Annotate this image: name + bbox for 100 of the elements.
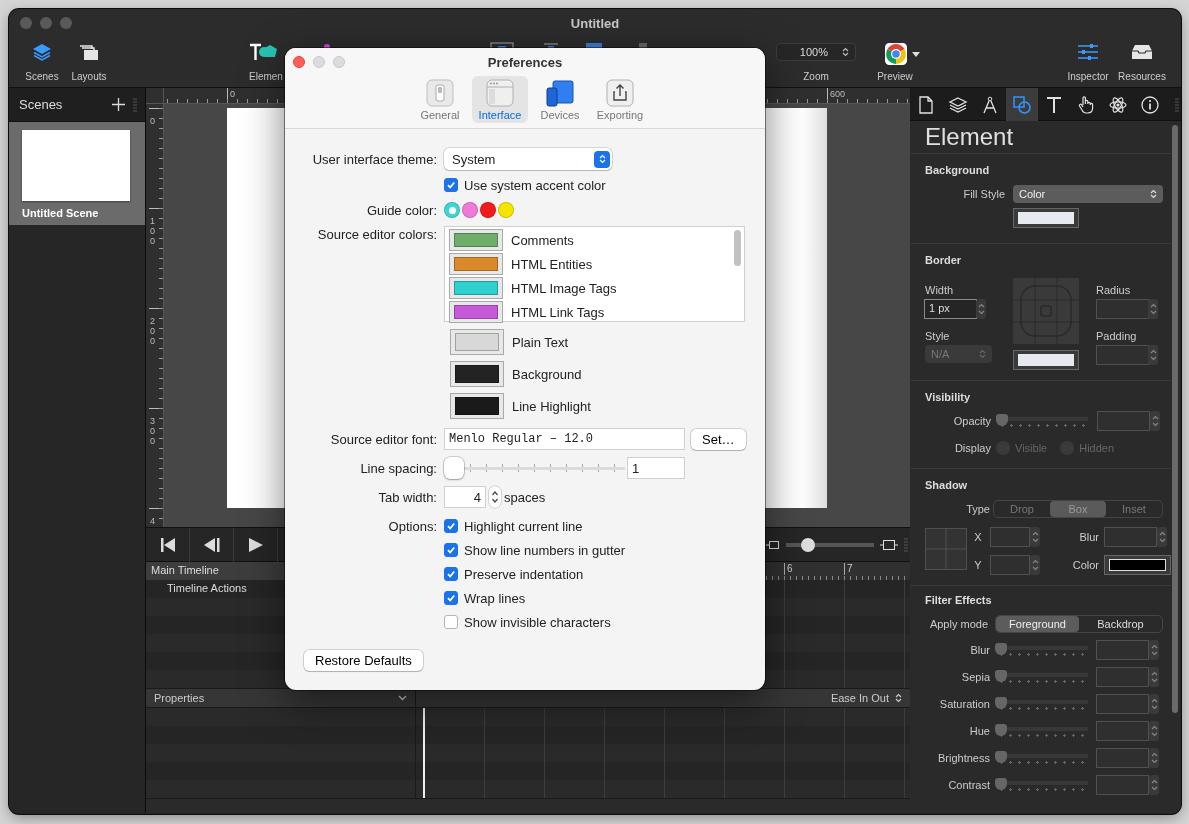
color-well[interactable]	[1013, 350, 1079, 370]
color-swatch[interactable]	[450, 393, 504, 419]
shadow-y-field[interactable]	[990, 555, 1030, 575]
slider-thumb[interactable]	[444, 457, 464, 479]
color-option[interactable]	[480, 202, 496, 218]
easing-dropdown[interactable]: Ease In Out	[416, 689, 910, 707]
field-label: Blur	[1078, 531, 1099, 543]
fill-style-select[interactable]: Color	[1013, 185, 1163, 203]
slider-thumb[interactable]	[800, 537, 815, 552]
scene-item[interactable]: Untitled Scene	[9, 122, 145, 225]
checkbox[interactable]	[444, 567, 458, 581]
restore-defaults-button[interactable]: Restore Defaults	[304, 650, 423, 671]
theme-select[interactable]: System	[444, 148, 612, 170]
updown-icon	[1150, 777, 1158, 792]
color-option[interactable]	[462, 202, 478, 218]
stepper[interactable]	[1149, 639, 1159, 660]
color-option[interactable]	[444, 202, 460, 218]
segment-button[interactable]: Backdrop	[1079, 616, 1162, 632]
set-button[interactable]: Set…	[691, 428, 746, 450]
stepper[interactable]	[1149, 774, 1159, 795]
layouts-button[interactable]: Layouts	[66, 37, 112, 85]
stepper[interactable]	[1148, 345, 1158, 365]
checkbox-label: Show invisible characters	[464, 614, 611, 630]
tab-width-field[interactable]: 4	[444, 486, 486, 508]
checkbox[interactable]	[444, 519, 458, 533]
filter-value-field[interactable]	[1096, 747, 1149, 768]
stepper[interactable]	[1148, 299, 1158, 319]
stepper[interactable]	[1149, 666, 1159, 687]
stepper[interactable]	[976, 299, 986, 319]
color-swatch[interactable]	[449, 229, 503, 251]
opacity-field[interactable]	[1097, 411, 1150, 431]
stepper[interactable]	[1157, 527, 1167, 547]
color-list-item[interactable]: HTML Link Tags	[449, 300, 744, 324]
color-well[interactable]	[1104, 555, 1171, 575]
preferences-tab[interactable]: Exporting	[592, 76, 648, 123]
scenes-button[interactable]: Scenes	[18, 37, 66, 85]
scrollbar[interactable]	[734, 230, 741, 266]
checkbox[interactable]	[444, 543, 458, 557]
inspector-title: Element	[910, 121, 1171, 154]
minimize-button[interactable]	[40, 17, 52, 29]
zoom-button[interactable]	[60, 17, 72, 29]
color-swatch[interactable]	[450, 329, 504, 355]
slider-thumb[interactable]	[995, 723, 1007, 736]
slider-thumb[interactable]	[995, 750, 1007, 763]
preferences-tab[interactable]: Interface	[472, 76, 528, 123]
slider-thumb[interactable]	[996, 414, 1008, 426]
preferences-tab[interactable]: Devices	[532, 76, 588, 123]
add-icon[interactable]	[112, 98, 125, 111]
scrollbar[interactable]	[1172, 125, 1178, 713]
color-list-item[interactable]: HTML Image Tags	[449, 276, 744, 300]
segment-button[interactable]: Foreground	[996, 616, 1079, 632]
width-field[interactable]: 1 px	[924, 299, 977, 319]
large-frame-icon[interactable]	[880, 538, 898, 551]
small-frame-icon[interactable]	[766, 538, 780, 551]
font-field[interactable]: Menlo Regular – 12.0	[444, 428, 685, 450]
zoom-field[interactable]: 100%	[776, 43, 856, 61]
slider-thumb[interactable]	[995, 669, 1007, 682]
shadow-blur-field[interactable]	[1104, 527, 1157, 547]
checkbox[interactable]	[444, 615, 458, 629]
stepper[interactable]	[1150, 411, 1160, 431]
filter-value-field[interactable]	[1096, 693, 1149, 714]
filter-value-field[interactable]	[1096, 774, 1149, 795]
resources-button[interactable]: Resources	[1115, 37, 1169, 85]
checkbox[interactable]	[444, 178, 458, 192]
shadow-x-field[interactable]	[990, 527, 1030, 547]
color-swatch[interactable]	[450, 361, 504, 387]
checkbox[interactable]	[444, 591, 458, 605]
line-spacing-field[interactable]: 1	[627, 457, 685, 479]
close-button[interactable]	[293, 56, 305, 68]
color-swatch[interactable]	[449, 253, 503, 275]
slider-thumb[interactable]	[995, 777, 1007, 790]
radius-field[interactable]	[1096, 299, 1149, 319]
filter-value-field[interactable]	[1096, 666, 1149, 687]
updown-icon	[1151, 414, 1159, 428]
color-swatch[interactable]	[449, 301, 503, 323]
preview-button[interactable]: Preview	[865, 37, 925, 85]
preferences-tab[interactable]: General	[412, 76, 468, 123]
stepper[interactable]	[1030, 555, 1040, 575]
zoom-button[interactable]	[333, 56, 345, 68]
stepper[interactable]	[1149, 693, 1159, 714]
color-swatch[interactable]	[449, 277, 503, 299]
padding-field[interactable]	[1096, 345, 1149, 365]
shadow-grid-drawing[interactable]	[925, 525, 967, 573]
stepper[interactable]	[489, 486, 501, 508]
color-list-item[interactable]: Comments	[449, 228, 744, 252]
filter-value-field[interactable]	[1096, 639, 1149, 660]
color-well[interactable]	[1013, 208, 1079, 228]
stepper[interactable]	[1030, 527, 1040, 547]
color-option[interactable]	[498, 202, 514, 218]
stepper[interactable]	[1149, 720, 1159, 741]
close-button[interactable]	[20, 17, 32, 29]
stepper[interactable]	[1149, 747, 1159, 768]
minimize-button[interactable]	[313, 56, 325, 68]
color-list-item[interactable]: HTML Entities	[449, 252, 744, 276]
slider-thumb[interactable]	[995, 696, 1007, 709]
field-label: Opacity	[952, 415, 991, 427]
slider-thumb[interactable]	[995, 642, 1007, 655]
inspector-button[interactable]: Inspector	[1061, 37, 1115, 85]
updown-icon	[1150, 642, 1158, 657]
filter-value-field[interactable]	[1096, 720, 1149, 741]
